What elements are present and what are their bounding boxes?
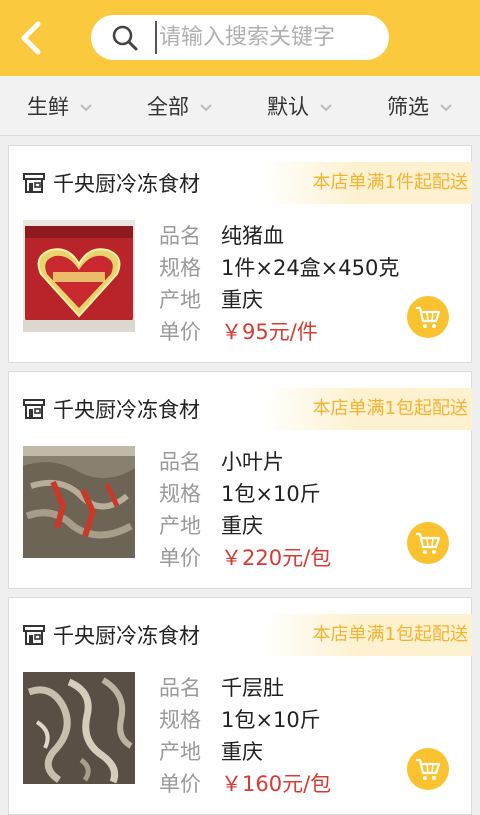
filter-label: 生鲜: [27, 94, 69, 119]
top-bar: [0, 0, 480, 76]
field-label-price: 单价: [159, 546, 201, 570]
chevron-left-icon: [21, 21, 41, 55]
filter-label: 全部: [147, 94, 189, 119]
product-name: 纯猪血: [221, 224, 284, 248]
product-price: ￥95元/件: [221, 320, 318, 344]
product-card[interactable]: 千央厨冷冻食材 本店单满1包起配送 品名 千层肚 规格 1包×10斤 产地 重庆 单价…: [8, 597, 472, 815]
back-button[interactable]: [14, 18, 48, 58]
add-to-cart-button[interactable]: [407, 748, 449, 790]
product-name: 小叶片: [221, 450, 284, 474]
store-name[interactable]: 千央厨冷冻食材: [53, 168, 200, 198]
product-card[interactable]: 千央厨冷冻食材 本店单满1件起配送 品名 纯猪血 规格 1件×24盒×450克 产地…: [8, 145, 472, 363]
product-origin: 重庆: [221, 514, 263, 538]
field-label-name: 品名: [159, 224, 201, 248]
store-icon: [23, 173, 45, 193]
product-image[interactable]: [23, 446, 135, 558]
field-label-price: 单价: [159, 320, 201, 344]
field-label-spec: 规格: [159, 708, 201, 732]
product-price: ￥160元/包: [221, 772, 332, 796]
store-icon: [23, 399, 45, 419]
field-label-origin: 产地: [159, 740, 201, 764]
product-spec: 1包×10斤: [221, 482, 321, 506]
chevron-down-icon: [440, 103, 452, 111]
chevron-down-icon: [200, 103, 212, 111]
product-spec: 1包×10斤: [221, 708, 321, 732]
product-spec: 1件×24盒×450克: [221, 256, 400, 280]
product-name: 千层肚: [221, 676, 284, 700]
product-image[interactable]: [23, 220, 135, 332]
delivery-promo-badge: 本店单满1包起配送: [262, 388, 472, 430]
field-label-spec: 规格: [159, 482, 201, 506]
cart-icon: [416, 306, 441, 328]
filter-category[interactable]: 生鲜: [0, 76, 120, 135]
field-label-spec: 规格: [159, 256, 201, 280]
product-origin: 重庆: [221, 740, 263, 764]
field-label-name: 品名: [159, 450, 201, 474]
filter-screen[interactable]: 筛选: [360, 76, 480, 135]
product-price: ￥220元/包: [221, 546, 332, 570]
chevron-down-icon: [80, 103, 92, 111]
add-to-cart-button[interactable]: [407, 296, 449, 338]
field-label-name: 品名: [159, 676, 201, 700]
filter-scope[interactable]: 全部: [120, 76, 240, 135]
add-to-cart-button[interactable]: [407, 522, 449, 564]
product-fields: 品名 千层肚 规格 1包×10斤 产地 重庆 单价 ￥160元/包: [159, 672, 331, 800]
cart-icon: [416, 758, 441, 780]
filter-sort[interactable]: 默认: [240, 76, 360, 135]
store-name[interactable]: 千央厨冷冻食材: [53, 620, 200, 650]
delivery-promo-badge: 本店单满1包起配送: [262, 614, 472, 656]
search-icon: [112, 25, 138, 51]
cart-icon: [416, 532, 441, 554]
field-label-origin: 产地: [159, 514, 201, 538]
filter-label: 默认: [267, 94, 309, 119]
store-icon: [23, 625, 45, 645]
product-image[interactable]: [23, 672, 135, 784]
search-input[interactable]: [155, 21, 375, 54]
product-fields: 品名 小叶片 规格 1包×10斤 产地 重庆 单价 ￥220元/包: [159, 446, 331, 574]
chevron-down-icon: [320, 103, 332, 111]
product-origin: 重庆: [221, 288, 263, 312]
product-fields: 品名 纯猪血 规格 1件×24盒×450克 产地 重庆 单价 ￥95元/件: [159, 220, 399, 348]
product-card[interactable]: 千央厨冷冻食材 本店单满1包起配送 品名 小叶片 规格 1包×10斤 产地 重庆 单价…: [8, 371, 472, 589]
field-label-price: 单价: [159, 772, 201, 796]
field-label-origin: 产地: [159, 288, 201, 312]
delivery-promo-badge: 本店单满1件起配送: [262, 162, 472, 204]
search-box[interactable]: [91, 15, 389, 60]
filter-bar: 生鲜 全部 默认 筛选: [0, 76, 480, 136]
store-name[interactable]: 千央厨冷冻食材: [53, 394, 200, 424]
filter-label: 筛选: [387, 94, 429, 119]
